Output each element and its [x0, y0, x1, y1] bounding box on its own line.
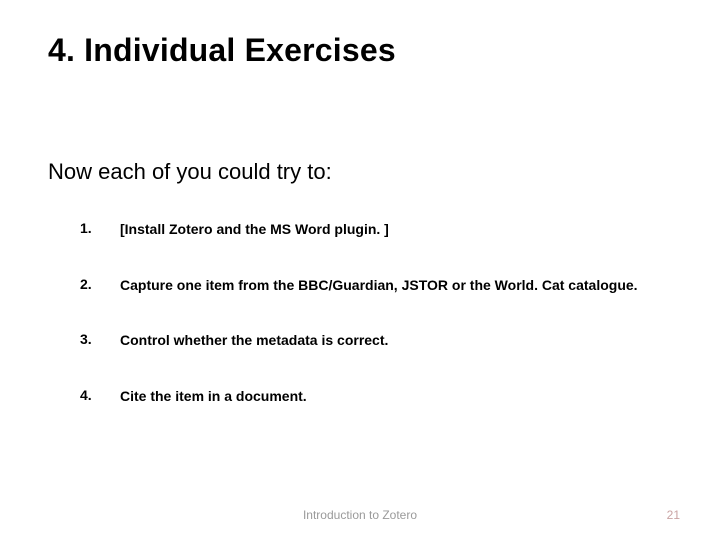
list-number: 3.: [80, 330, 120, 347]
page-number: 21: [667, 508, 680, 522]
list-item: 1. [Install Zotero and the MS Word plugi…: [80, 219, 672, 247]
intro-text: Now each of you could try to:: [48, 159, 672, 185]
list-number: 4.: [80, 386, 120, 403]
slide: 4. Individual Exercises Now each of you …: [0, 0, 720, 540]
list-text: Capture one item from the BBC/Guardian, …: [120, 269, 638, 303]
footer-text: Introduction to Zotero: [0, 508, 720, 522]
list-number: 1.: [80, 219, 120, 236]
list-text: [Install Zotero and the MS Word plugin. …: [120, 213, 389, 247]
list-item: 3. Control whether the metadata is corre…: [80, 330, 672, 358]
ordered-list: 1. [Install Zotero and the MS Word plugi…: [48, 219, 672, 413]
list-text: Cite the item in a document.: [120, 380, 307, 414]
slide-title: 4. Individual Exercises: [48, 32, 672, 69]
list-number: 2.: [80, 275, 120, 292]
list-item: 2. Capture one item from the BBC/Guardia…: [80, 275, 672, 303]
list-text: Control whether the metadata is correct.: [120, 324, 388, 358]
list-item: 4. Cite the item in a document.: [80, 386, 672, 414]
